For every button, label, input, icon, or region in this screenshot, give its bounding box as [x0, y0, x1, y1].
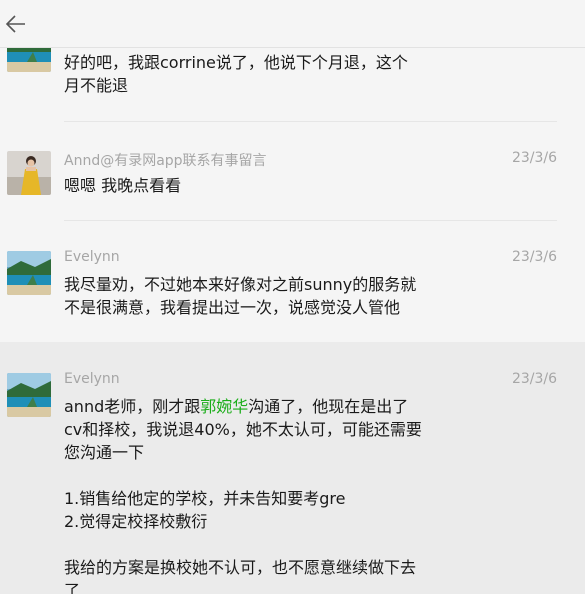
message-body: annd老师，刚才跟郭婉华沟通了，他现在是出了 cv和择校，我说退40%，她不太…	[64, 395, 474, 594]
message-line: 嗯嗯 我晚点看看	[64, 176, 182, 195]
mention-link[interactable]: 郭婉华	[200, 397, 248, 416]
message-item[interactable]: Evelynn 23/3/6 我尽量劝，不过她本来好像对之前sunny的服务就 …	[0, 221, 585, 342]
message-line: 1.销售给他定的学校，并未告知要考gre	[64, 489, 346, 508]
message-line: 了	[64, 581, 81, 594]
message-line: ​	[64, 464, 474, 487]
top-bar	[0, 0, 585, 48]
arrow-left-icon	[5, 15, 25, 33]
message-line: 您沟通一下	[64, 443, 145, 462]
message-line: 月不能退	[64, 76, 129, 95]
landscape-avatar[interactable]	[7, 251, 51, 295]
message-body: 嗯嗯 我晚点看看	[64, 174, 474, 197]
message-text: 沟通了，他现在是出了	[248, 397, 409, 416]
message-line: 我给的方案是换校她不认可，也不愿意继续做下去	[64, 558, 417, 577]
sender-name: Annd@有录网app联系有事留言	[64, 153, 267, 169]
message-line: 好的吧，我跟corrine说了，他说下个月退，这个	[64, 53, 408, 72]
message-date: 23/3/6	[511, 150, 557, 166]
message-line: annd老师，刚才跟郭婉华沟通了，他现在是出了	[64, 395, 474, 418]
message-body: 好的吧，我跟corrine说了，他说下个月退，这个 月不能退	[64, 51, 474, 97]
sender-name: Evelynn	[64, 371, 120, 387]
message-line: 我尽量劝，不过她本来好像对之前sunny的服务就	[64, 275, 417, 294]
message-body: 我尽量劝，不过她本来好像对之前sunny的服务就 不是很满意，我看提出过一次，说…	[64, 273, 474, 319]
message-line: cv和择校，我说退40%，她不太认可，可能还需要	[64, 420, 422, 439]
back-button[interactable]	[4, 12, 28, 36]
message-date: 23/3/6	[511, 371, 557, 387]
sender-name: Evelynn	[64, 249, 120, 265]
message-list[interactable]: 好的吧，我跟corrine说了，他说下个月退，这个 月不能退 Annd@有录网a…	[0, 0, 585, 594]
person-yellow-dress-avatar[interactable]	[7, 151, 51, 195]
message-date: 23/3/6	[511, 249, 557, 265]
message-line: ​	[64, 533, 474, 556]
message-text: annd老师，刚才跟	[64, 397, 201, 416]
message-item[interactable]: Annd@有录网app联系有事留言 23/3/6 嗯嗯 我晚点看看	[0, 122, 585, 221]
message-line: 不是很满意，我看提出过一次，说感觉没人管他	[64, 298, 401, 317]
landscape-avatar[interactable]	[7, 373, 51, 417]
chat-window: 好的吧，我跟corrine说了，他说下个月退，这个 月不能退 Annd@有录网a…	[0, 0, 585, 594]
message-item-selected[interactable]: Evelynn 23/3/6 annd老师，刚才跟郭婉华沟通了，他现在是出了 c…	[0, 342, 585, 594]
message-line: 2.觉得定校择校敷衍	[64, 512, 208, 531]
